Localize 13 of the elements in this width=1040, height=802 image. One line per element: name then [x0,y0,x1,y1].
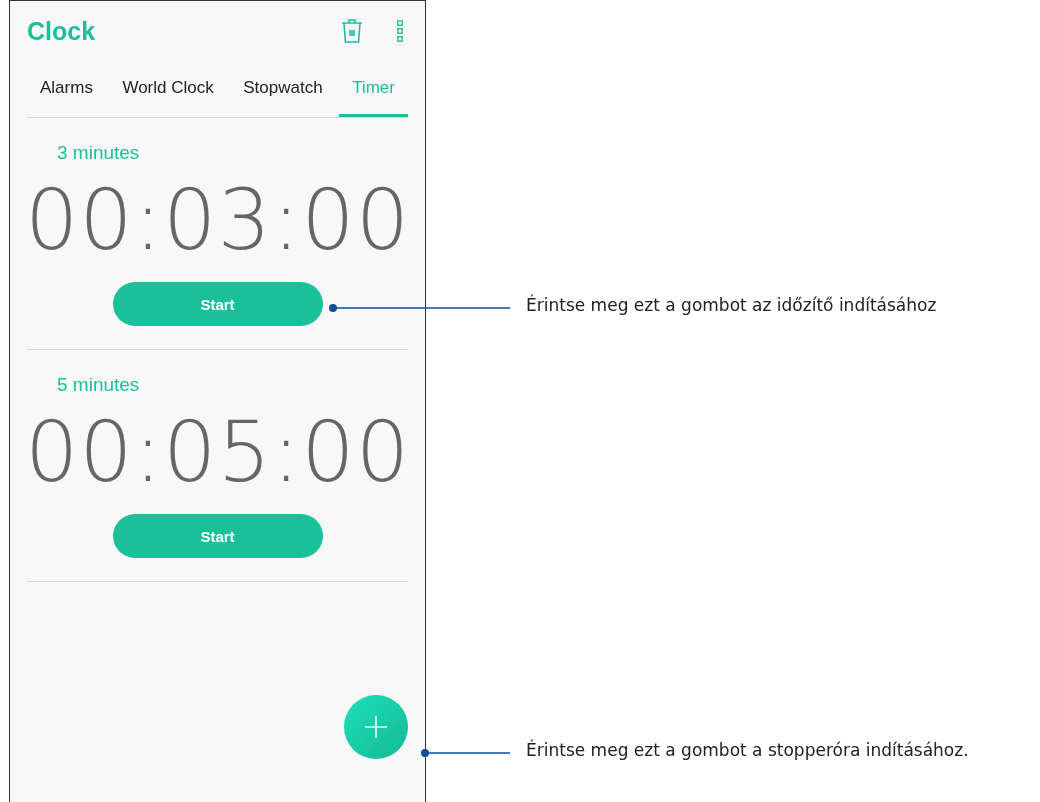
timer-label: 5 minutes [57,374,140,396]
callout-text: Érintse meg ezt a gombot a stopperóra indításához. [526,740,969,760]
callout-text: Érintse meg ezt a gombot az időzítő indításához [526,295,937,315]
plus-icon [365,716,387,738]
tab[interactable]: World Clock [109,61,227,117]
timer-label: 3 minutes [57,142,140,164]
tab[interactable]: Stopwatch [230,61,336,117]
app-title: Clock [27,16,97,46]
timer-display: 00:03:00 [24,170,411,270]
delete-icon[interactable] [341,18,363,44]
tab[interactable]: Alarms [27,61,106,117]
overflow-menu-icon[interactable] [397,20,403,42]
timer-display: 00:05:00 [24,402,411,502]
